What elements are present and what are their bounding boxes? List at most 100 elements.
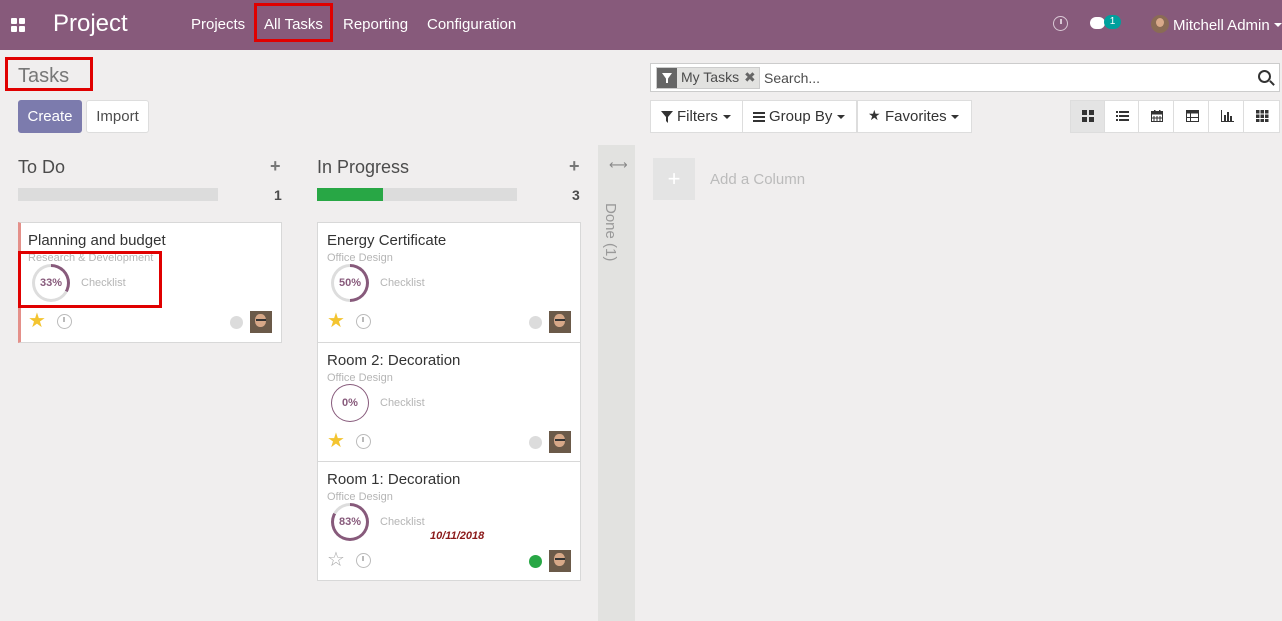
card-project: Office Design: [327, 491, 393, 503]
app-brand[interactable]: Project: [53, 10, 128, 38]
view-switcher: [1070, 100, 1280, 133]
chevron-down-icon: [723, 115, 731, 119]
activity-clock-icon[interactable]: [1053, 16, 1068, 31]
activity-clock-icon[interactable]: [57, 314, 72, 329]
card-title: Room 2: Decoration: [327, 352, 461, 369]
card-title: Room 1: Decoration: [327, 471, 461, 488]
folded-column-label: Done (1): [602, 203, 619, 262]
filter-icon: [661, 111, 673, 123]
card-project: Office Design: [327, 252, 393, 264]
create-button[interactable]: Create: [18, 100, 82, 133]
deadline-date: 10/11/2018: [430, 530, 485, 542]
column-title-in-progress[interactable]: In Progress: [317, 157, 409, 178]
menu-configuration[interactable]: Configuration: [427, 16, 516, 33]
checklist-label: Checklist: [380, 397, 425, 409]
assignee-avatar: [549, 550, 571, 572]
pivot-view-button[interactable]: [1175, 101, 1209, 132]
filter-funnel-icon: [657, 68, 677, 88]
user-caret-icon: [1274, 23, 1282, 27]
search-icon[interactable]: [1258, 70, 1271, 83]
import-button[interactable]: Import: [86, 100, 149, 133]
top-navbar: Project Projects All Tasks Reporting Con…: [0, 0, 1282, 50]
menu-projects[interactable]: Projects: [191, 16, 245, 33]
tasks-highlight: [5, 57, 93, 91]
assignee-avatar: [549, 431, 571, 453]
column-add-in-progress-icon[interactable]: +: [569, 156, 580, 177]
task-card[interactable]: Energy Certificate Office Design 50% Che…: [317, 222, 581, 343]
task-card[interactable]: Room 2: Decoration Office Design 0% Chec…: [317, 342, 581, 462]
list-view-button[interactable]: [1105, 101, 1139, 132]
checklist-label: Checklist: [380, 516, 425, 528]
graph-icon: [1221, 110, 1234, 122]
folded-column-done[interactable]: ⟷ Done (1): [598, 145, 635, 621]
column-progress-fill-in-progress: [317, 188, 383, 201]
filters-label: Filters: [677, 108, 718, 125]
activity-clock-icon[interactable]: [356, 314, 371, 329]
column-add-todo-icon[interactable]: +: [270, 156, 281, 177]
activity-clock-icon[interactable]: [356, 553, 371, 568]
calendar-icon: [1151, 110, 1163, 122]
search-input[interactable]: [764, 68, 1244, 88]
checklist-progress-ring: 50%: [331, 264, 369, 302]
chat-icon[interactable]: [1090, 17, 1105, 29]
list-bars-icon: [753, 112, 765, 122]
facet-remove-icon[interactable]: ✖: [744, 69, 756, 86]
facet-label: My Tasks: [681, 69, 740, 85]
kanban-board: To Do + 1 Planning and budget Research &…: [0, 145, 1282, 621]
card-title: Energy Certificate: [327, 232, 447, 249]
priority-star-outline-icon[interactable]: ☆: [327, 550, 345, 570]
checklist-label: Checklist: [380, 277, 425, 289]
grid-icon: [1256, 110, 1269, 122]
kanban-icon: [1082, 110, 1094, 122]
menu-reporting[interactable]: Reporting: [343, 16, 408, 33]
kanban-view-button[interactable]: [1071, 101, 1105, 132]
search-bar: My Tasks ✖: [650, 63, 1280, 92]
group-by-label: Group By: [769, 108, 833, 125]
checklist-progress-ring: 0%: [331, 384, 369, 422]
kanban-state-icon[interactable]: [529, 555, 542, 568]
checklist-percent: 50%: [334, 267, 366, 299]
priority-star-icon[interactable]: ★: [327, 431, 345, 451]
favorites-dropdown[interactable]: ★ Favorites: [857, 100, 972, 133]
checklist-percent: 83%: [334, 506, 366, 538]
all-tasks-highlight: [254, 3, 333, 42]
favorites-label: Favorites: [885, 108, 947, 125]
add-column-label[interactable]: Add a Column: [710, 171, 805, 188]
grid-view-button[interactable]: [1245, 101, 1279, 132]
kanban-state-icon[interactable]: [529, 316, 542, 329]
calendar-view-button[interactable]: [1140, 101, 1174, 132]
chat-badge: 1: [1104, 15, 1121, 29]
expand-arrows-icon[interactable]: ⟷: [609, 157, 628, 173]
chevron-down-icon: [951, 115, 959, 119]
add-column-area: [635, 145, 1282, 621]
search-facet: My Tasks ✖: [656, 67, 760, 89]
group-by-dropdown[interactable]: Group By: [742, 100, 857, 133]
activity-clock-icon[interactable]: [356, 434, 371, 449]
priority-star-icon[interactable]: ★: [327, 311, 345, 331]
apps-menu-icon[interactable]: [11, 18, 25, 32]
checklist-highlight: [18, 251, 162, 308]
add-column-button[interactable]: +: [653, 158, 695, 200]
graph-view-button[interactable]: [1210, 101, 1244, 132]
checklist-percent: 0%: [332, 385, 368, 421]
star-icon: ★: [868, 107, 881, 123]
task-card[interactable]: Room 1: Decoration Office Design 83% Che…: [317, 461, 581, 581]
column-count-todo: 1: [274, 187, 282, 203]
chevron-down-icon: [837, 115, 845, 119]
filters-dropdown[interactable]: Filters: [650, 100, 743, 133]
assignee-avatar: [549, 311, 571, 333]
checklist-progress-ring: 83%: [331, 503, 369, 541]
pivot-icon: [1186, 110, 1199, 122]
card-project: Office Design: [327, 372, 393, 384]
kanban-state-icon[interactable]: [230, 316, 243, 329]
kanban-state-icon[interactable]: [529, 436, 542, 449]
user-menu[interactable]: Mitchell Admin: [1173, 17, 1270, 34]
column-count-in-progress: 3: [572, 187, 580, 203]
list-icon: [1116, 111, 1129, 121]
column-progress-in-progress[interactable]: [317, 188, 517, 201]
user-avatar[interactable]: [1151, 15, 1169, 33]
assignee-avatar: [250, 311, 272, 333]
column-progress-todo[interactable]: [18, 188, 218, 201]
column-title-todo[interactable]: To Do: [18, 157, 65, 178]
priority-star-icon[interactable]: ★: [28, 311, 46, 331]
